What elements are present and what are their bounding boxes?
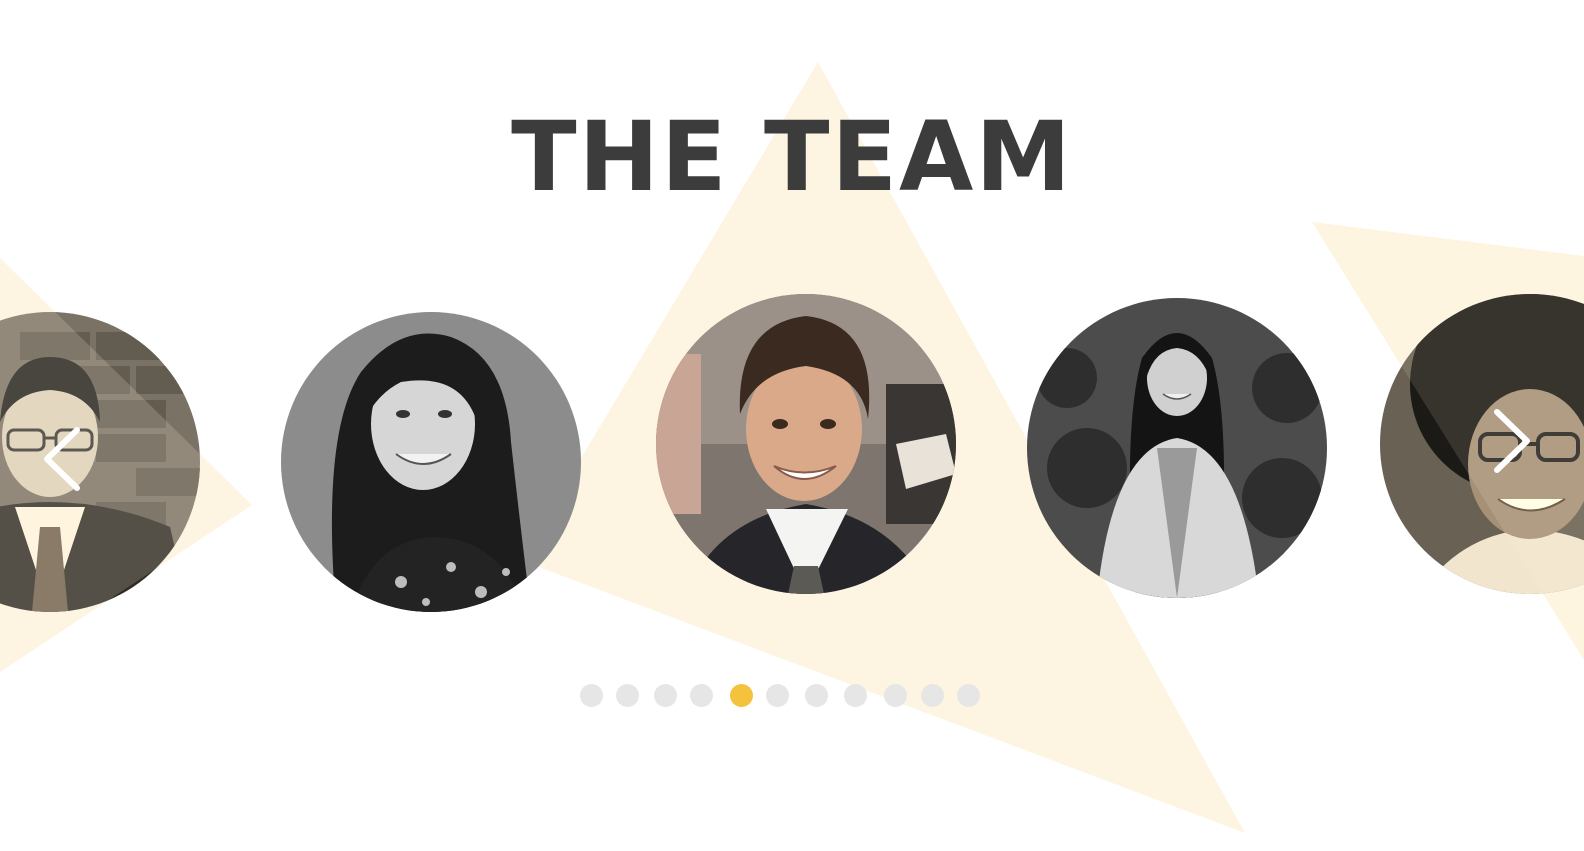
person-portrait-icon	[656, 294, 956, 594]
carousel-dot-8[interactable]	[843, 684, 867, 707]
person-portrait-icon	[281, 312, 581, 612]
carousel-dot-9[interactable]	[883, 684, 907, 707]
chevron-left-icon	[44, 427, 80, 491]
carousel-dot-3[interactable]	[653, 684, 677, 707]
team-member-photo-5[interactable]	[1380, 294, 1584, 594]
team-member-photo-1[interactable]	[0, 312, 200, 612]
carousel-dot-4[interactable]	[689, 684, 713, 707]
person-portrait-icon	[1380, 294, 1584, 594]
team-member-photo-4[interactable]	[1027, 298, 1327, 598]
carousel-dot-6[interactable]	[765, 684, 789, 707]
team-carousel	[0, 0, 1584, 851]
carousel-dot-1[interactable]	[579, 684, 603, 707]
carousel-dot-5[interactable]	[729, 684, 753, 707]
team-section: THE TEAM	[0, 0, 1584, 851]
carousel-pagination	[0, 684, 1584, 708]
team-member-photo-2[interactable]	[281, 312, 581, 612]
chevron-right-icon	[1494, 409, 1530, 473]
carousel-dot-10[interactable]	[920, 684, 944, 707]
carousel-prev-button[interactable]	[36, 424, 86, 494]
carousel-dot-7[interactable]	[804, 684, 828, 707]
carousel-next-button[interactable]	[1488, 406, 1538, 476]
carousel-dot-11[interactable]	[956, 684, 980, 707]
person-portrait-icon	[0, 312, 200, 612]
person-portrait-icon	[1027, 298, 1327, 598]
team-member-photo-3[interactable]	[656, 294, 956, 594]
carousel-dot-2[interactable]	[615, 684, 639, 707]
